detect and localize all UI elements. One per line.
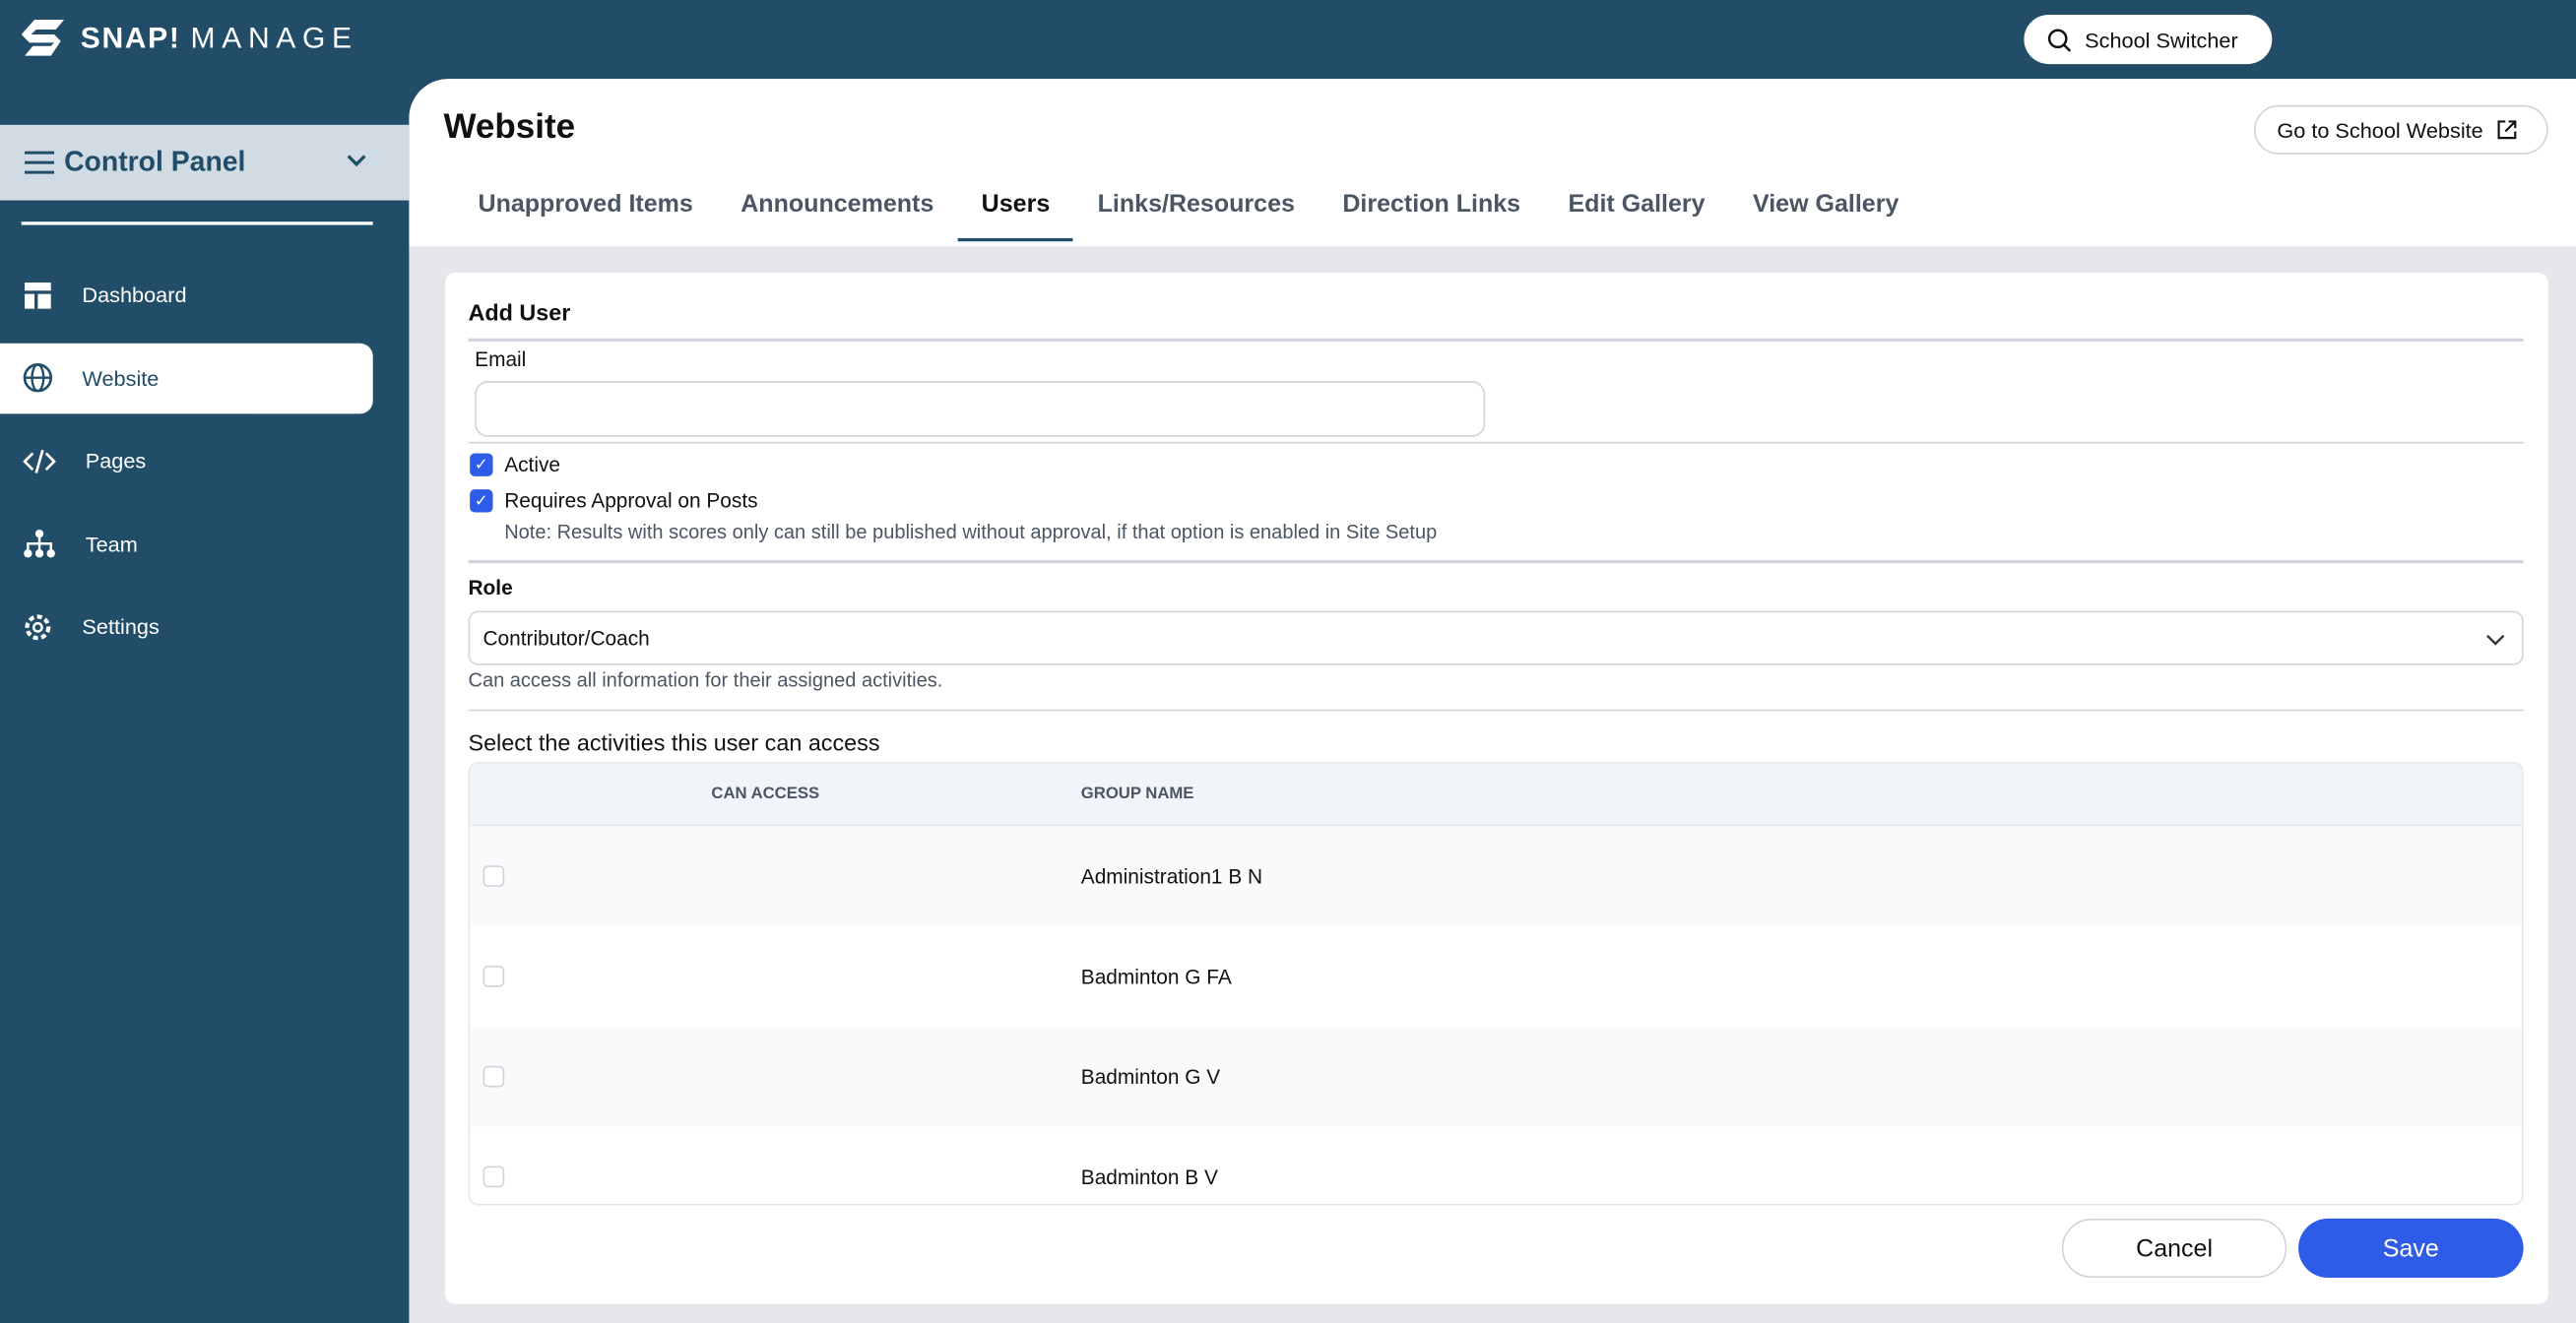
divider (468, 338, 2524, 342)
go-to-school-website-button[interactable]: Go to School Website (2254, 104, 2548, 155)
code-icon (23, 448, 56, 473)
activities-label: Select the activities this user can acce… (468, 728, 880, 756)
page-title: Website (443, 108, 576, 147)
school-switcher-label: School Switcher (2085, 27, 2238, 52)
table-header: CAN ACCESS GROUP NAME (470, 763, 2522, 827)
add-user-card: Add User Email ✓ Active ✓ Requires Appro… (445, 272, 2548, 1304)
can-access-checkbox[interactable] (483, 1166, 505, 1188)
requires-approval-checkbox[interactable]: ✓ (470, 489, 493, 513)
go-to-site-label: Go to School Website (2277, 117, 2483, 143)
external-link-icon (2496, 120, 2516, 140)
sidebar-item-label: Team (85, 531, 138, 556)
sidebar-item-pages[interactable]: Pages (0, 425, 373, 496)
menu-icon (25, 151, 55, 174)
sidebar-item-team[interactable]: Team (0, 508, 373, 579)
can-access-checkbox[interactable] (483, 1065, 505, 1088)
group-name: Badminton B V (1080, 1166, 1218, 1189)
tab-unapproved-items[interactable]: Unapproved Items (455, 177, 716, 241)
brand-suffix: MANAGE (190, 20, 358, 54)
role-help: Can access all information for their ass… (468, 668, 943, 692)
role-label: Role (468, 576, 513, 599)
role-select[interactable]: Contributor/Coach (468, 610, 2524, 665)
divider (21, 221, 373, 225)
email-field[interactable] (475, 381, 1486, 437)
can-access-checkbox[interactable] (483, 865, 505, 887)
tab-announcements[interactable]: Announcements (718, 177, 957, 241)
sidebar-item-dashboard[interactable]: Dashboard (0, 260, 373, 331)
tab-direction-links[interactable]: Direction Links (1320, 177, 1543, 241)
globe-icon (23, 363, 53, 393)
control-panel-label: Control Panel (64, 146, 246, 178)
column-group-name: GROUP NAME (1080, 785, 1194, 803)
gear-icon (25, 613, 51, 640)
tab-users[interactable]: Users (958, 177, 1073, 242)
brand-name: SNAP! (80, 20, 181, 54)
divider (468, 559, 2524, 563)
sidebar-item-website[interactable]: Website (0, 342, 373, 413)
group-name: Administration1 B N (1080, 865, 1263, 889)
sidebar-item-label: Website (82, 365, 160, 391)
section-heading: Add User (468, 298, 571, 326)
group-name: Badminton G FA (1080, 966, 1232, 989)
table-body: Administration1 B N Badminton G FA Badmi… (470, 826, 2522, 1204)
main-content: Website Go to School Website Unapproved … (409, 79, 2576, 1323)
save-button[interactable]: Save (2298, 1218, 2524, 1278)
column-can-access: CAN ACCESS (711, 785, 820, 803)
control-panel-toggle[interactable]: Control Panel (0, 124, 410, 201)
can-access-checkbox[interactable] (483, 966, 505, 987)
table-row: Badminton B V (470, 1127, 2522, 1204)
school-switcher-button[interactable]: School Switcher (2024, 15, 2273, 65)
sidebar-item-settings[interactable]: Settings (0, 592, 373, 662)
divider (468, 709, 2524, 712)
activities-table: CAN ACCESS GROUP NAME Administration1 B … (468, 762, 2524, 1206)
role-value: Contributor/Coach (483, 626, 650, 650)
app: SNAP! MANAGE School Switcher Control Pan… (0, 0, 2576, 1323)
snap-logo-icon (21, 20, 65, 56)
group-name: Badminton G V (1080, 1065, 1221, 1090)
logo[interactable]: SNAP! MANAGE (21, 20, 358, 56)
divider (468, 441, 2524, 444)
active-label: Active (504, 453, 560, 476)
table-row: Administration1 B N (470, 826, 2522, 926)
tab-edit-gallery[interactable]: Edit Gallery (1545, 177, 1728, 241)
dashboard-icon (25, 282, 51, 308)
email-label: Email (475, 347, 527, 372)
requires-approval-label: Requires Approval on Posts (504, 489, 758, 513)
search-icon (2047, 28, 2072, 51)
tab-links-resources[interactable]: Links/Resources (1074, 177, 1318, 241)
page-header: Website Go to School Website Unapproved … (409, 79, 2576, 247)
table-row: Badminton G FA (470, 926, 2522, 1027)
active-checkbox[interactable]: ✓ (470, 453, 493, 476)
org-chart-icon (24, 530, 55, 558)
table-row: Badminton G V (470, 1026, 2522, 1127)
sidebar-item-label: Settings (82, 613, 160, 639)
approval-note: Note: Results with scores only can still… (504, 520, 1438, 544)
chevron-down-icon (347, 155, 366, 167)
sidebar-item-label: Pages (85, 448, 147, 473)
sidebar-item-label: Dashboard (82, 282, 187, 307)
tab-view-gallery[interactable]: View Gallery (1730, 177, 1922, 241)
chevron-down-icon (2486, 634, 2505, 646)
sidebar-nav: Dashboard Website Pages Team Settings (0, 260, 409, 674)
cancel-button[interactable]: Cancel (2061, 1218, 2287, 1278)
tab-bar: Unapproved Items Announcements Users Lin… (455, 177, 1923, 242)
